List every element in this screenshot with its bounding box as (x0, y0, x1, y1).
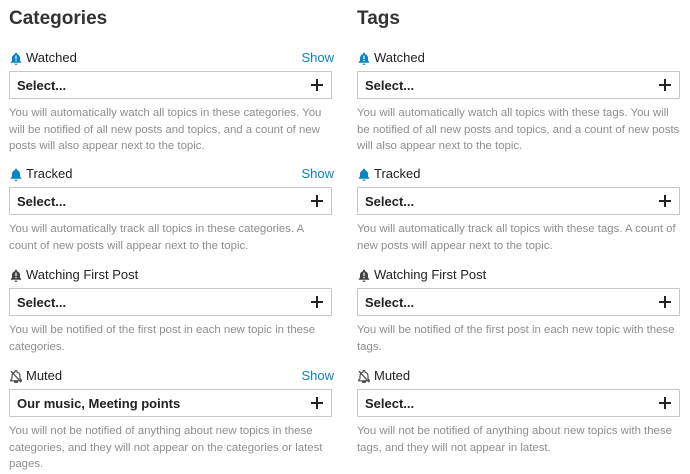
tags-tracked-group: Tracked Select... You will automatically… (357, 165, 682, 252)
tags-watched-select-value: Select... (365, 78, 415, 93)
categories-tracked-label-row: Tracked Show (9, 165, 334, 183)
bell-exclamation-icon (357, 51, 370, 65)
tags-muted-description: You will not be notified of anything abo… (357, 425, 672, 454)
bell-slash-icon (357, 369, 370, 383)
tags-tracked-description: You will automatically track all topics … (357, 223, 676, 252)
plus-icon (311, 195, 323, 207)
bell-icon (357, 167, 370, 181)
categories-tracked-show-link[interactable]: Show (301, 165, 334, 183)
tags-muted-select[interactable]: Select... (357, 389, 680, 417)
categories-tracked-select-value: Select... (17, 194, 67, 209)
tags-watched-label-row: Watched (357, 49, 682, 67)
categories-watched-show-link[interactable]: Show (301, 49, 334, 67)
tags-muted-label-row: Muted (357, 367, 682, 385)
plus-icon (659, 195, 671, 207)
categories-tracked-label: Tracked (26, 166, 73, 181)
categories-watched-select-value: Select... (17, 78, 67, 93)
tags-watched-label: Watched (374, 50, 425, 65)
categories-muted-description: You will not be notified of anything abo… (9, 425, 323, 470)
categories-watching-first-post-select[interactable]: Select... (9, 288, 332, 316)
tags-muted-label: Muted (374, 368, 411, 383)
categories-muted-show-link[interactable]: Show (301, 367, 334, 385)
categories-muted-select[interactable]: Our music, Meeting points (9, 389, 332, 417)
bell-exclamation-icon (357, 268, 370, 282)
categories-muted-label-row: Muted Show (9, 367, 334, 385)
tags-muted-select-value: Select... (365, 396, 415, 411)
categories-tracked-select[interactable]: Select... (9, 187, 332, 215)
tags-muted-group: Muted Select... You will not be notified… (357, 367, 682, 454)
tags-watching-first-post-select-value: Select... (365, 295, 415, 310)
categories-watching-first-post-label: Watching First Post (26, 267, 139, 282)
tags-watched-select[interactable]: Select... (357, 71, 680, 99)
plus-icon (311, 397, 323, 409)
tags-tracked-label-row: Tracked (357, 165, 682, 183)
tags-watching-first-post-label-row: Watching First Post (357, 266, 682, 284)
categories-heading: Categories (9, 8, 108, 29)
categories-muted-label: Muted (26, 368, 63, 383)
categories-watching-first-post-description: You will be notified of the first post i… (9, 324, 316, 353)
categories-watched-label: Watched (26, 50, 77, 65)
plus-icon (311, 296, 323, 308)
categories-watching-first-post-select-value: Select... (17, 295, 67, 310)
tags-watched-description: You will automatically watch all topics … (357, 107, 680, 152)
categories-tracked-description: You will automatically track all topics … (9, 223, 304, 252)
bell-exclamation-icon (9, 51, 22, 65)
tags-tracked-select[interactable]: Select... (357, 187, 680, 215)
tags-heading: Tags (357, 8, 400, 29)
plus-icon (311, 79, 323, 91)
categories-watched-select[interactable]: Select... (9, 71, 332, 99)
categories-tracked-group: Tracked Show Select... You will automati… (9, 165, 334, 252)
tags-watched-group: Watched Select... You will automatically… (357, 49, 682, 152)
bell-icon (9, 167, 22, 181)
tags-watching-first-post-select[interactable]: Select... (357, 288, 680, 316)
categories-watching-first-post-label-row: Watching First Post (9, 266, 334, 284)
categories-muted-group: Muted Show Our music, Meeting points You… (9, 367, 334, 470)
tags-tracked-select-value: Select... (365, 194, 415, 209)
tags-watching-first-post-group: Watching First Post Select... You will b… (357, 266, 682, 353)
plus-icon (659, 397, 671, 409)
tags-watching-first-post-description: You will be notified of the first post i… (357, 324, 675, 353)
plus-icon (659, 296, 671, 308)
tags-watching-first-post-label: Watching First Post (374, 267, 487, 282)
bell-slash-icon (9, 369, 22, 383)
categories-muted-select-value: Our music, Meeting points (17, 396, 181, 411)
bell-exclamation-icon (9, 268, 22, 282)
categories-watched-label-row: Watched Show (9, 49, 334, 67)
categories-watched-description: You will automatically watch all topics … (9, 107, 322, 152)
categories-watching-first-post-group: Watching First Post Select... You will b… (9, 266, 334, 353)
plus-icon (659, 79, 671, 91)
tags-tracked-label: Tracked (374, 166, 421, 181)
categories-watched-group: Watched Show Select... You will automati… (9, 49, 334, 152)
